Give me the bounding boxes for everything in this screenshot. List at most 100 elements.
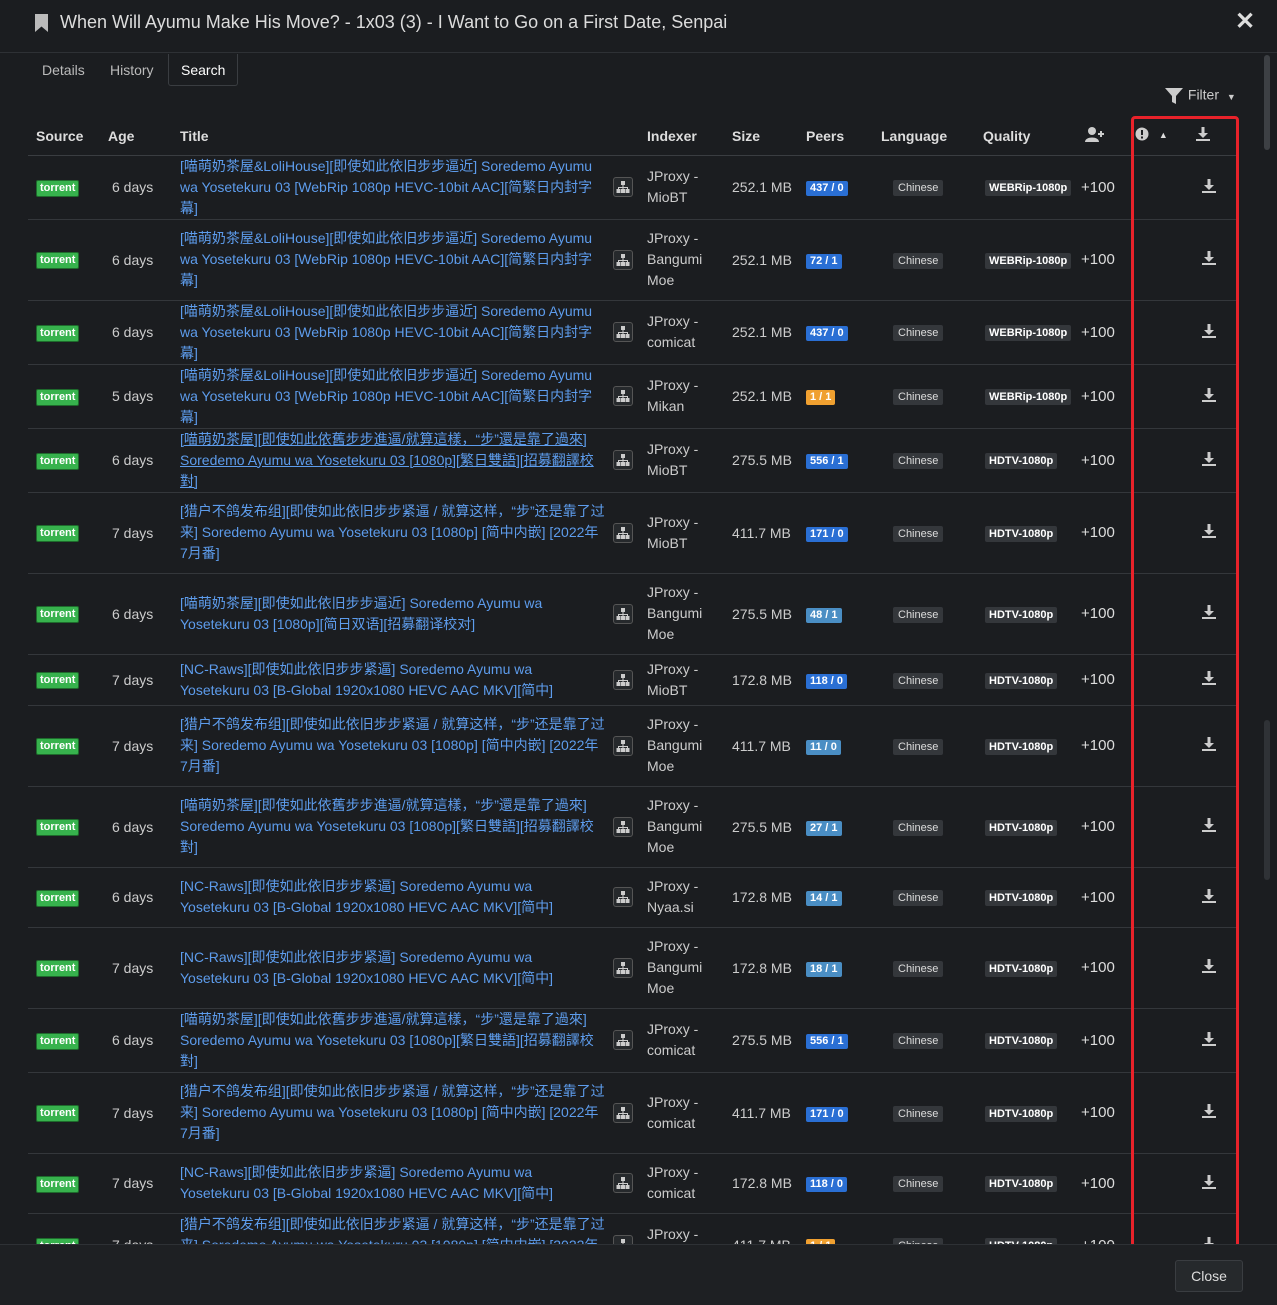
download-icon[interactable] <box>1201 1031 1217 1047</box>
source-badge: torrent <box>36 960 80 977</box>
title-cell: [喵萌奶茶屋&LoliHouse][即使如此依旧步步逼近] Soredemo A… <box>172 219 639 301</box>
scrollbar[interactable] <box>1264 55 1272 1243</box>
sitemap-icon[interactable] <box>613 450 633 470</box>
sitemap-icon[interactable] <box>613 386 633 406</box>
sitemap-icon[interactable] <box>613 322 633 342</box>
download-cell <box>1187 1072 1238 1154</box>
close-button[interactable]: Close <box>1175 1260 1243 1292</box>
download-cell <box>1187 1008 1238 1073</box>
language-cell: Chinese <box>873 786 975 868</box>
release-title-link[interactable]: [喵萌奶茶屋&LoliHouse][即使如此依旧步步逼近] Soredemo A… <box>180 301 605 364</box>
col-custom-score[interactable] <box>1073 117 1127 156</box>
release-title-link[interactable]: [NC-Raws][即使如此依旧步步紧逼] Soredemo Ayumu wa … <box>180 876 605 918</box>
col-size[interactable]: Size <box>724 117 798 156</box>
download-cell <box>1187 300 1238 365</box>
release-title-link[interactable]: [喵萌奶茶屋][即使如此依舊步步進逼/就算這樣，“步”還是靠了過來] Sored… <box>180 429 605 492</box>
sitemap-icon[interactable] <box>613 887 633 907</box>
indexer-cell: JProxy - comicat <box>639 1072 724 1154</box>
col-source[interactable]: Source <box>28 117 100 156</box>
source-cell: torrent <box>28 492 100 574</box>
custom-format-score: +100 <box>1081 959 1115 976</box>
close-icon[interactable]: ✕ <box>1234 10 1256 34</box>
release-title-link[interactable]: [猎户不鸽发布组][即使如此依旧步步紧逼 / 就算这样，“步”还是靠了过来] S… <box>180 1081 605 1144</box>
col-indexer[interactable]: Indexer <box>639 117 724 156</box>
scrollbar-thumb[interactable] <box>1264 55 1270 150</box>
quality-cell: HDTV-1080p <box>975 428 1073 493</box>
size-cell: 411.7 MB <box>724 705 798 787</box>
col-download[interactable] <box>1187 117 1238 156</box>
download-icon[interactable] <box>1201 817 1217 833</box>
download-icon[interactable] <box>1201 736 1217 752</box>
peers-cell: 118 / 0 <box>798 1153 873 1214</box>
filter-menu-button[interactable]: Filter ▼ <box>1164 86 1236 108</box>
release-title-link[interactable]: [喵萌奶茶屋&LoliHouse][即使如此依旧步步逼近] Soredemo A… <box>180 228 605 291</box>
quality-cell: WEBRip-1080p <box>975 155 1073 220</box>
source-badge: torrent <box>36 388 80 406</box>
rejection-cell <box>1127 219 1187 301</box>
release-title-link[interactable]: [NC-Raws][即使如此依旧步步紧逼] Soredemo Ayumu wa … <box>180 1162 605 1204</box>
quality-badge: HDTV-1080p <box>985 606 1058 623</box>
source-cell: torrent <box>28 705 100 787</box>
bookmark-icon[interactable] <box>34 13 49 33</box>
quality-cell: HDTV-1080p <box>975 786 1073 868</box>
custom-format-score: +100 <box>1081 1104 1115 1121</box>
inner-scrollbar-thumb[interactable] <box>1264 720 1270 880</box>
download-icon[interactable] <box>1201 1103 1217 1119</box>
indexer-cell: JProxy - Nyaa.si <box>639 867 724 928</box>
download-icon[interactable] <box>1201 888 1217 904</box>
source-badge: torrent <box>36 324 80 342</box>
tab-history[interactable]: History <box>98 54 166 86</box>
sitemap-icon[interactable] <box>613 177 633 197</box>
sitemap-icon[interactable] <box>613 1030 633 1050</box>
sitemap-icon[interactable] <box>613 669 633 690</box>
quality-cell: WEBRip-1080p <box>975 300 1073 365</box>
download-icon[interactable] <box>1201 604 1217 620</box>
release-title-link[interactable]: [NC-Raws][即使如此依旧步步紧逼] Soredemo Ayumu wa … <box>180 947 605 989</box>
col-language[interactable]: Language <box>873 117 975 156</box>
release-title-link[interactable]: [喵萌奶茶屋][即使如此依舊步步進逼/就算這樣，“步”還是靠了過來] Sored… <box>180 795 605 858</box>
sitemap-icon[interactable] <box>613 522 633 543</box>
col-age[interactable]: Age <box>100 117 172 156</box>
download-icon[interactable] <box>1201 178 1217 194</box>
release-title-link[interactable]: [猎户不鸽发布组][即使如此依旧步步紧逼 / 就算这样，“步”还是靠了过来] S… <box>180 501 605 564</box>
download-icon[interactable] <box>1201 523 1217 539</box>
table-row: torrent 7 days[猎户不鸽发布组][即使如此依旧步步紧逼 / 就算这样… <box>28 1072 1238 1154</box>
release-title-link[interactable]: [NC-Raws][即使如此依旧步步紧逼] Soredemo Ayumu wa … <box>180 659 605 701</box>
release-title-link[interactable]: [喵萌奶茶屋&LoliHouse][即使如此依旧步步逼近] Soredemo A… <box>180 156 605 219</box>
sitemap-icon[interactable] <box>613 957 633 978</box>
sitemap-icon[interactable] <box>613 816 633 837</box>
quality-cell: HDTV-1080p <box>975 927 1073 1009</box>
sitemap-icon[interactable] <box>613 1102 633 1123</box>
download-icon[interactable] <box>1201 387 1217 403</box>
tab-details[interactable]: Details <box>30 54 97 86</box>
download-icon[interactable] <box>1201 958 1217 974</box>
language-badge: Chinese <box>893 819 944 836</box>
download-icon[interactable] <box>1201 250 1217 266</box>
release-title-link[interactable]: [喵萌奶茶屋][即使如此依旧步步逼近] Soredemo Ayumu wa Yo… <box>180 593 605 635</box>
release-title-link[interactable]: [猎户不鸽发布组][即使如此依旧步步紧逼 / 就算这样，“步”还是靠了过来] S… <box>180 714 605 777</box>
title-cell: [喵萌奶茶屋&LoliHouse][即使如此依旧步步逼近] Soredemo A… <box>172 364 639 429</box>
download-icon[interactable] <box>1201 670 1217 686</box>
release-title-link[interactable]: [喵萌奶茶屋][即使如此依舊步步進逼/就算這樣，“步”還是靠了過來] Sored… <box>180 1009 605 1072</box>
col-rejections[interactable]: ▲ <box>1127 117 1187 156</box>
tab-search[interactable]: Search <box>168 54 239 86</box>
col-title[interactable]: Title <box>172 117 639 156</box>
download-icon[interactable] <box>1201 323 1217 339</box>
sitemap-icon[interactable] <box>613 603 633 624</box>
source-cell: torrent <box>28 573 100 655</box>
col-peers[interactable]: Peers <box>798 117 873 156</box>
sitemap-icon[interactable] <box>613 735 633 756</box>
language-cell: Chinese <box>873 1153 975 1214</box>
sitemap-icon[interactable] <box>613 1173 633 1193</box>
source-badge: torrent <box>36 179 80 197</box>
download-icon[interactable] <box>1201 451 1217 467</box>
release-title-link[interactable]: [喵萌奶茶屋&LoliHouse][即使如此依旧步步逼近] Soredemo A… <box>180 365 605 428</box>
rejection-cell <box>1127 155 1187 220</box>
language-cell: Chinese <box>873 705 975 787</box>
sitemap-icon[interactable] <box>613 249 633 270</box>
title-cell: [NC-Raws][即使如此依旧步步紧逼] Soredemo Ayumu wa … <box>172 927 639 1009</box>
col-quality[interactable]: Quality <box>975 117 1073 156</box>
age-cell: 7 days <box>100 927 172 1009</box>
download-icon[interactable] <box>1201 1174 1217 1190</box>
peers-cell: 1 / 1 <box>798 364 873 429</box>
